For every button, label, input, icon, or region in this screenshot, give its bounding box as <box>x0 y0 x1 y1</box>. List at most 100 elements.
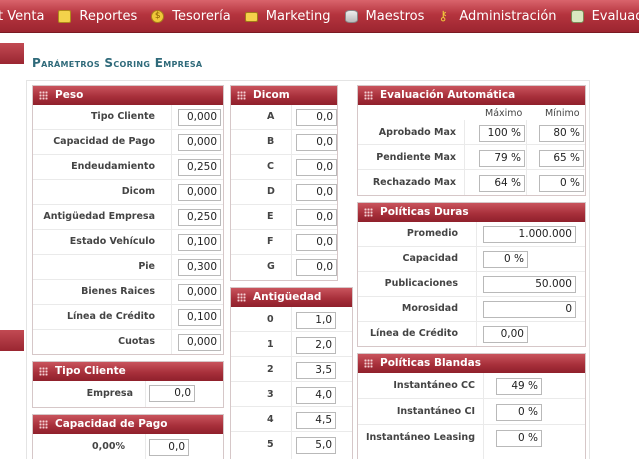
evaluacion-min-input[interactable]: 0 % <box>539 175 584 192</box>
antiguedad-input[interactable]: 5,0 <box>296 437 336 454</box>
panel-title: Tipo Cliente <box>55 365 126 377</box>
row-label: Estado Vehículo <box>69 236 155 247</box>
dicom-row: F 0,0 <box>231 230 337 255</box>
grip-icon <box>39 91 48 100</box>
blandas-input[interactable]: 0 % <box>496 430 542 447</box>
panel-title: Peso <box>55 89 84 101</box>
menu-item-label: t Venta <box>0 9 45 24</box>
row-label: 2 <box>267 364 274 375</box>
menu-item-venta[interactable]: t Venta <box>0 9 44 24</box>
row-label: Capacidad <box>402 253 459 264</box>
peso-input[interactable]: 0,100 <box>178 234 221 251</box>
duras-input[interactable]: 0 <box>483 301 576 318</box>
peso-input[interactable]: 0,250 <box>178 209 221 226</box>
menu-item-maestros[interactable]: Maestros <box>344 9 425 24</box>
row-label: Línea de Crédito <box>66 311 155 322</box>
coin-icon: $ <box>151 10 165 23</box>
evaluacion-min-input[interactable]: 80 % <box>539 125 584 142</box>
row-label: Instantáneo Leasing <box>365 432 475 443</box>
duras-input[interactable]: 0,00 <box>483 326 528 343</box>
side-menu-tab[interactable] <box>0 43 24 64</box>
top-menu-bar: t Venta Reportes $ Tesorería Marketing M… <box>0 0 639 33</box>
antiguedad-input[interactable]: 4,0 <box>296 387 336 404</box>
peso-row: Bienes Raices 0,000 <box>33 280 223 305</box>
grip-icon <box>237 91 246 100</box>
row-label: Pie <box>138 261 155 272</box>
menu-item-label: Maestros <box>365 9 425 24</box>
row-label: Línea de Crédito <box>369 328 458 339</box>
peso-row: Cuotas 0,000 <box>33 330 223 355</box>
dicom-input[interactable]: 0,0 <box>296 209 337 226</box>
evaluacion-min-input[interactable]: 65 % <box>539 150 584 167</box>
blandas-row: Instantáneo CI 0 % <box>358 399 585 425</box>
side-menu-tab[interactable] <box>0 330 24 351</box>
row-label: C <box>267 161 274 172</box>
menu-item-label: Marketing <box>265 9 331 24</box>
dicom-input[interactable]: 0,0 <box>296 159 337 176</box>
dicom-row: D 0,0 <box>231 180 337 205</box>
peso-input[interactable]: 0,250 <box>178 159 221 176</box>
antiguedad-row: 0 1,0 <box>231 307 352 332</box>
menu-item-label: Evaluad <box>591 9 639 24</box>
menu-item-evaluacion[interactable]: Evaluad <box>570 9 639 24</box>
grip-icon <box>364 359 373 368</box>
menu-item-tesoreria[interactable]: $ Tesorería <box>151 9 231 24</box>
peso-input[interactable]: 0,300 <box>178 259 221 276</box>
dicom-input[interactable]: 0,0 <box>296 234 337 251</box>
peso-input[interactable]: 0,000 <box>178 184 221 201</box>
main-menu: t Venta Reportes $ Tesorería Marketing M… <box>0 9 639 24</box>
dicom-input[interactable]: 0,0 <box>296 109 337 126</box>
grip-icon <box>39 420 48 429</box>
panel-header: Políticas Duras <box>358 203 585 222</box>
panel-header: Antigüedad <box>231 288 352 307</box>
antiguedad-input[interactable]: 2,0 <box>296 337 336 354</box>
panel-title: Evaluación Automática <box>380 89 516 101</box>
evaluacion-header-row: Máximo Mínimo <box>358 105 585 120</box>
menu-item-label: Administración <box>459 9 557 24</box>
blandas-input[interactable]: 0 % <box>496 404 542 421</box>
peso-input[interactable]: 0,000 <box>178 134 221 151</box>
row-label: Aprobado Max <box>378 127 456 138</box>
row-label: B <box>267 136 275 147</box>
peso-input[interactable]: 0,100 <box>178 309 221 326</box>
peso-row: Antigüedad Empresa 0,250 <box>33 205 223 230</box>
antiguedad-input[interactable]: 4,5 <box>296 412 336 429</box>
antiguedad-input[interactable]: 1,0 <box>296 312 336 329</box>
dicom-row: G 0,0 <box>231 255 337 280</box>
grip-icon <box>237 293 246 302</box>
peso-input[interactable]: 0,000 <box>178 334 221 351</box>
row-label: F <box>267 236 274 247</box>
peso-input[interactable]: 0,000 <box>178 284 221 301</box>
menu-item-administracion[interactable]: ⚷ Administración <box>438 9 556 24</box>
antiguedad-input[interactable]: 3,5 <box>296 362 336 379</box>
panel-politicas-duras: Políticas Duras Promedio 1.000.000 Capaci… <box>357 202 586 347</box>
grip-icon <box>364 91 373 100</box>
dicom-input[interactable]: 0,0 <box>296 184 337 201</box>
dicom-input[interactable]: 0,0 <box>296 134 337 151</box>
menu-item-reportes[interactable]: Reportes <box>58 9 137 24</box>
blandas-input[interactable]: 49 % <box>496 378 542 395</box>
row-label: Bienes Raices <box>81 286 155 297</box>
duras-input[interactable]: 1.000.000 <box>483 226 576 243</box>
row-label: Promedio <box>406 228 458 239</box>
duras-input[interactable]: 0 % <box>483 251 528 268</box>
capacidad-pago-input[interactable]: 0,0 <box>149 439 189 456</box>
evaluacion-max-input[interactable]: 64 % <box>479 175 525 192</box>
panel-title: Antigüedad <box>253 291 322 303</box>
evaluacion-max-input[interactable]: 100 % <box>479 125 525 142</box>
menu-item-marketing[interactable]: Marketing <box>244 9 331 24</box>
duras-row: Promedio 1.000.000 <box>358 222 585 247</box>
menu-item-label: Tesorería <box>172 9 231 24</box>
tipo-cliente-input[interactable]: 0,0 <box>149 385 195 402</box>
row-label: 0 <box>267 314 274 325</box>
menu-item-label: Reportes <box>79 9 138 24</box>
dicom-input[interactable]: 0,0 <box>296 259 337 276</box>
antiguedad-row: 3 4,0 <box>231 382 352 407</box>
peso-input[interactable]: 0,000 <box>178 109 221 126</box>
evaluacion-row: Pendiente Max 79 % 65 % <box>358 145 585 170</box>
row-label: Antigüedad Empresa <box>43 211 155 222</box>
row-label: 1 <box>267 339 274 350</box>
column-header-maximo: Máximo <box>485 108 523 119</box>
evaluacion-max-input[interactable]: 79 % <box>479 150 525 167</box>
duras-input[interactable]: 50.000 <box>483 276 576 293</box>
